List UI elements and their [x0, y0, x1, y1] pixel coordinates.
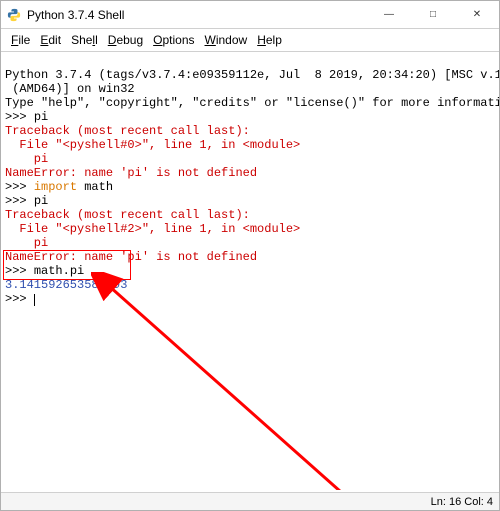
cursor-position: Ln: 16 Col: 4 — [431, 496, 493, 508]
menu-bar: File Edit Shell Debug Options Window Hel… — [1, 29, 499, 52]
prompt: >>> — [5, 180, 34, 194]
input-line: pi — [34, 110, 48, 124]
text-cursor — [34, 294, 35, 306]
title-bar: Python 3.7.4 Shell — □ ✕ — [1, 1, 499, 29]
python-icon — [7, 8, 21, 22]
traceback-error: NameError: name 'pi' is not defined — [5, 166, 257, 180]
banner-line: Python 3.7.4 (tags/v3.7.4:e09359112e, Ju… — [5, 68, 499, 82]
console-area[interactable]: Python 3.7.4 (tags/v3.7.4:e09359112e, Ju… — [1, 52, 499, 490]
window-controls: — □ ✕ — [367, 1, 499, 28]
menu-options[interactable]: Options — [149, 31, 198, 49]
traceback-header: Traceback (most recent call last): — [5, 124, 250, 138]
minimize-button[interactable]: — — [367, 1, 411, 28]
menu-file[interactable]: File — [7, 31, 34, 49]
input-line: pi — [34, 194, 48, 208]
input-line: math — [77, 180, 113, 194]
maximize-button[interactable]: □ — [411, 1, 455, 28]
keyword-import: import — [34, 180, 77, 194]
menu-shell[interactable]: Shell — [67, 31, 102, 49]
menu-debug[interactable]: Debug — [104, 31, 147, 49]
annotation-arrow — [91, 272, 351, 490]
status-bar: Ln: 16 Col: 4 — [1, 492, 499, 510]
prompt: >>> — [5, 292, 34, 306]
menu-window[interactable]: Window — [201, 31, 252, 49]
menu-help[interactable]: Help — [253, 31, 286, 49]
traceback-file: File "<pyshell#0>", line 1, in <module> — [5, 138, 300, 152]
traceback-file: File "<pyshell#2>", line 1, in <module> — [5, 222, 300, 236]
prompt: >>> — [5, 194, 34, 208]
banner-line: Type "help", "copyright", "credits" or "… — [5, 96, 499, 110]
menu-edit[interactable]: Edit — [36, 31, 65, 49]
highlight-box — [3, 250, 131, 280]
traceback-header: Traceback (most recent call last): — [5, 208, 250, 222]
traceback-code: pi — [5, 152, 48, 166]
window-title: Python 3.7.4 Shell — [27, 8, 367, 22]
banner-line: (AMD64)] on win32 — [5, 82, 135, 96]
close-button[interactable]: ✕ — [455, 1, 499, 28]
prompt: >>> — [5, 110, 34, 124]
output-line: 3.141592653589793 — [5, 278, 127, 292]
traceback-code: pi — [5, 236, 48, 250]
